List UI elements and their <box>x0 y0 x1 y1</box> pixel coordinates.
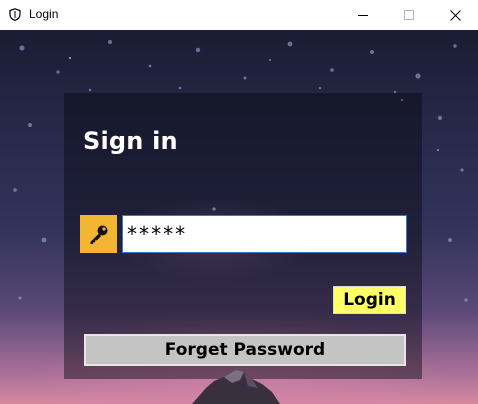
login-button[interactable]: Login <box>333 286 406 314</box>
sign-in-heading: Sign in <box>83 127 178 155</box>
password-icon-box <box>80 215 117 253</box>
minimize-button[interactable] <box>340 0 386 30</box>
key-icon <box>90 225 107 244</box>
maximize-icon <box>404 10 414 20</box>
login-window: Login Sign in ***** Login Forget Passwor… <box>0 0 478 404</box>
forget-password-button[interactable]: Forget Password <box>84 334 406 366</box>
close-button[interactable] <box>432 0 478 30</box>
password-input[interactable] <box>122 215 407 253</box>
close-icon <box>449 9 461 21</box>
window-title: Login <box>29 7 59 21</box>
title-bar[interactable]: Login <box>0 0 478 30</box>
minimize-icon <box>358 15 368 16</box>
maximize-button[interactable] <box>386 0 432 30</box>
shield-icon <box>9 8 21 21</box>
